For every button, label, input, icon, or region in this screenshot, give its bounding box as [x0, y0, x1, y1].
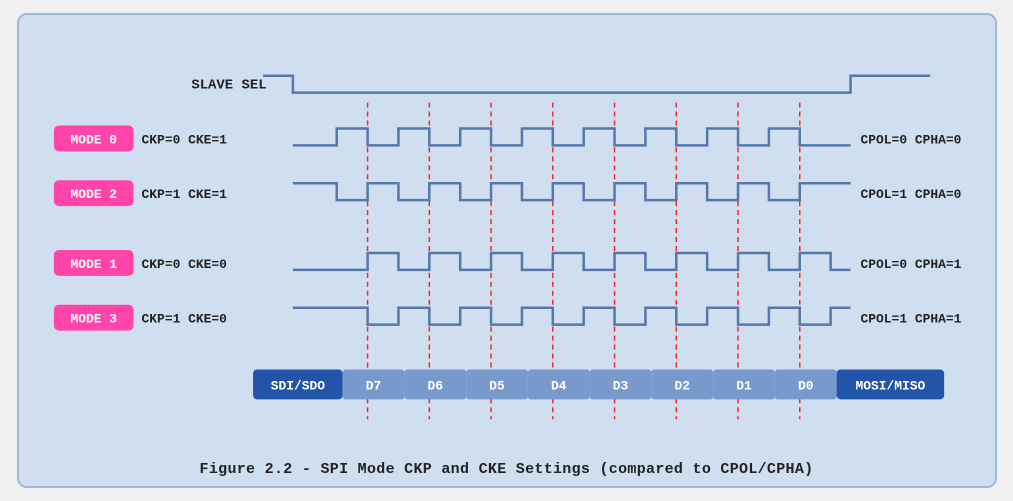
mode2-clock: [292, 183, 850, 200]
slave-sel-signal: [263, 76, 930, 93]
mode0-cpol-cpha: CPOL=0 CPHA=0: [860, 132, 961, 147]
mode2-cpol-cpha: CPOL=1 CPHA=0: [860, 187, 961, 202]
mode2-label: MODE 2: [70, 187, 117, 202]
mode0-clock: [292, 128, 850, 145]
mode2-ckp-cke: CKP=1 CKE=1: [141, 187, 227, 202]
mode0-ckp-cke: CKP=0 CKE=1: [141, 132, 227, 147]
mode1-ckp-cke: CKP=0 CKE=0: [141, 257, 227, 272]
sdisdo-label: SDI/SDO: [270, 378, 325, 393]
d4-label: D4: [551, 378, 567, 393]
d1-label: D1: [736, 378, 752, 393]
d7-label: D7: [365, 378, 381, 393]
mosimiso-label: MOSI/MISO: [855, 378, 925, 393]
d6-label: D6: [427, 378, 443, 393]
figure-caption: Figure 2.2 - SPI Mode CKP and CKE Settin…: [200, 461, 814, 478]
mode1-label: MODE 1: [70, 257, 117, 272]
mode1-cpol-cpha: CPOL=0 CPHA=1: [860, 257, 961, 272]
slave-sel-label: SLAVE SEL: [191, 78, 266, 94]
mode1-clock: [292, 253, 850, 270]
diagram-container: SLAVE SEL MODE 0 CKP=0 CKE=1: [17, 13, 997, 488]
mode3-cpol-cpha: CPOL=1 CPHA=1: [860, 312, 961, 327]
diagram-area: SLAVE SEL MODE 0 CKP=0 CKE=1: [34, 25, 980, 455]
d3-label: D3: [612, 378, 628, 393]
d0-label: D0: [797, 378, 813, 393]
mode3-ckp-cke: CKP=1 CKE=0: [141, 312, 227, 327]
mode3-clock: [292, 308, 850, 325]
mode3-label: MODE 3: [70, 312, 117, 327]
d5-label: D5: [489, 378, 505, 393]
d2-label: D2: [674, 378, 690, 393]
spi-diagram: SLAVE SEL MODE 0 CKP=0 CKE=1: [34, 25, 980, 455]
mode0-label: MODE 0: [70, 132, 117, 147]
